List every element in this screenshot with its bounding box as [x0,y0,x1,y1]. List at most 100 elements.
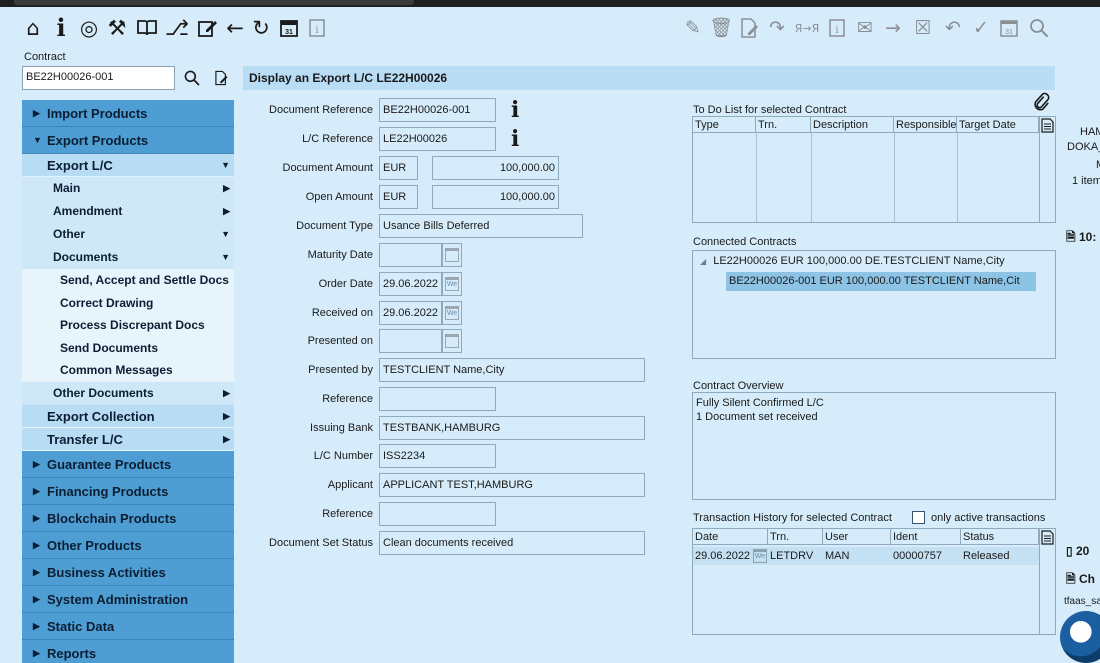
sidebar-item-other-documents[interactable]: Other Documents ▶ [22,381,234,405]
sidebar-item-blockchain-products[interactable]: ▶ Blockchain Products [22,504,234,532]
mail-icon[interactable]: ✉ [852,14,878,42]
edit-doc-icon[interactable]: ✎ [680,14,706,42]
sidebar-item-export-products[interactable]: ▼ Export Products [22,127,234,154]
maturity-date-field[interactable] [379,243,442,267]
routing-icon[interactable]: ⎇ [164,14,190,42]
trash-icon[interactable]: 🗑 [708,14,734,42]
right-panel-item[interactable]: 🗎 Ch [1066,570,1095,591]
info-icon[interactable]: i [48,14,74,42]
sidebar-item-common-messages[interactable]: Common Messages [22,359,234,382]
history-col-ident[interactable]: Ident [891,529,961,545]
contract-search-button[interactable] [181,66,203,90]
right-panel-item[interactable]: 🗎 10: [1066,228,1096,249]
calendar-icon[interactable]: We [442,301,462,325]
sidebar-item-reports[interactable]: ▶ Reports [22,639,234,663]
history-col-date[interactable]: Date [693,529,768,545]
sidebar-item-import-products[interactable]: ▶ Import Products [22,100,234,127]
reference-field[interactable] [379,387,496,411]
info-box-icon[interactable]: i [824,14,850,42]
history-col-user[interactable]: User [823,529,891,545]
info-box-icon[interactable]: i [304,14,330,42]
history-col-status[interactable]: Status [961,529,1039,545]
open-amount-label: Open Amount [305,191,373,203]
document-type-field[interactable]: Usance Bills Deferred [379,214,583,238]
forward-arrow-icon[interactable]: → [880,14,906,42]
back-arrow-icon[interactable]: ← [222,14,248,42]
contract-document-button[interactable] [210,66,232,90]
sidebar-item-other[interactable]: Other ▼ [22,223,234,246]
undo-icon[interactable]: ↶ [940,14,966,42]
paperclip-icon[interactable] [1032,92,1050,115]
document-set-status-field[interactable]: Clean documents received [379,531,645,555]
sidebar-item-amendment[interactable]: Amendment ▶ [22,200,234,223]
sidebar-item-export-lc[interactable]: Export L/C ▼ [22,154,234,177]
sidebar-item-send-documents[interactable]: Send Documents [22,336,234,359]
export-list-icon[interactable] [1041,530,1054,548]
document-reference-field[interactable]: BE22H00026-001 [379,98,496,122]
info-icon[interactable]: i [511,98,519,122]
only-active-checkbox[interactable] [912,511,925,524]
doc-edit-icon[interactable] [736,14,762,42]
sidebar-item-documents[interactable]: Documents ▼ [22,246,234,269]
sidebar-item-process-discrepant[interactable]: Process Discrepant Docs [22,314,234,337]
home-icon[interactable]: ⌂ [20,14,46,42]
column-divider [957,133,958,222]
open-amount-field[interactable]: 100,000.00 [432,185,559,209]
close-box-icon[interactable]: ☒ [910,14,936,42]
lc-reference-field[interactable]: LE22H00026 [379,127,496,151]
search-icon[interactable] [1026,14,1052,42]
calendar-icon[interactable]: 31 [276,14,302,42]
sidebar-item-correct-drawing[interactable]: Correct Drawing [22,291,234,314]
history-col-trn[interactable]: Trn. [768,529,823,545]
sidebar-item-other-products[interactable]: ▶ Other Products [22,531,234,559]
calendar-icon[interactable] [442,329,462,353]
lc-number-field[interactable]: ISS2234 [379,444,496,468]
todo-col-responsible[interactable]: Responsible [894,117,957,133]
contract-input[interactable]: BE22H00026-001 [22,66,175,90]
calendar-icon[interactable]: 31 [996,14,1022,42]
sidebar-item-static-data[interactable]: ▶ Static Data [22,612,234,640]
sidebar-item-guarantee-products[interactable]: ▶ Guarantee Products [22,450,234,478]
reference-field[interactable] [379,502,496,526]
export-list-icon[interactable] [1041,118,1054,136]
tree-row-selected[interactable]: BE22H00026-001 EUR 100,000.00 TESTCLIENT… [726,272,1036,291]
calendar-icon[interactable]: We [442,272,462,296]
tree-row-parent[interactable]: ◢ LE22H00026 EUR 100,000.00 DE.TESTCLIEN… [700,255,1005,267]
book-icon[interactable] [134,14,160,42]
sidebar-item-system-administration[interactable]: ▶ System Administration [22,585,234,613]
document-amount-currency[interactable]: EUR [379,156,418,180]
refresh-icon[interactable]: ↻ [248,14,274,42]
sidebar-item-transfer-lc[interactable]: Transfer L/C ▶ [22,427,234,451]
table-row[interactable]: 29.06.2022 We LETDRV MAN 00000757 Releas… [693,547,1040,565]
issuing-bank-field[interactable]: TESTBANK,HAMBURG [379,416,645,440]
check-icon[interactable]: ✓ [968,14,994,42]
sidebar-item-business-activities[interactable]: ▶ Business Activities [22,558,234,586]
info-icon[interactable]: i [511,127,519,151]
document-amount-field[interactable]: 100,000.00 [432,156,559,180]
right-panel-item[interactable]: ▯ 20 [1066,544,1089,558]
target-icon[interactable]: ◎ [76,14,102,42]
overview-line: Fully Silent Confirmed L/C [696,397,824,409]
applicant-field[interactable]: APPLICANT TEST,HAMBURG [379,473,645,497]
sidebar-item-financing-products[interactable]: ▶ Financing Products [22,477,234,505]
todo-col-description[interactable]: Description [811,117,894,133]
presented-by-field[interactable]: TESTCLIENT Name,City [379,358,645,382]
tools-icon[interactable]: ⚒ [104,14,130,42]
reference-label: Reference [322,393,373,405]
presented-on-field[interactable] [379,329,442,353]
sidebar-item-export-collection[interactable]: Export Collection ▶ [22,404,234,428]
overview-line: 1 Document set received [696,411,818,423]
order-date-field[interactable]: 29.06.2022 [379,272,442,296]
translate-icon[interactable]: Я→Я [794,14,820,42]
calendar-icon[interactable] [442,243,462,267]
edit-icon[interactable] [194,14,220,42]
sidebar-item-main[interactable]: Main ▶ [22,177,234,200]
todo-col-type[interactable]: Type [693,117,756,133]
todo-col-target-date[interactable]: Target Date [957,117,1039,133]
main-toolbar: ⌂ i ◎ ⚒ ⎇ ← ↻ 31 i ✎ 🗑 ↷ Я→Я i ✉ → ☒ ↶ ✓… [0,10,1100,48]
open-amount-currency[interactable]: EUR [379,185,418,209]
received-on-field[interactable]: 29.06.2022 [379,301,442,325]
redo-icon[interactable]: ↷ [764,14,790,42]
sidebar-item-send-accept-settle[interactable]: Send, Accept and Settle Docs [22,269,234,292]
todo-col-trn[interactable]: Trn. [756,117,811,133]
